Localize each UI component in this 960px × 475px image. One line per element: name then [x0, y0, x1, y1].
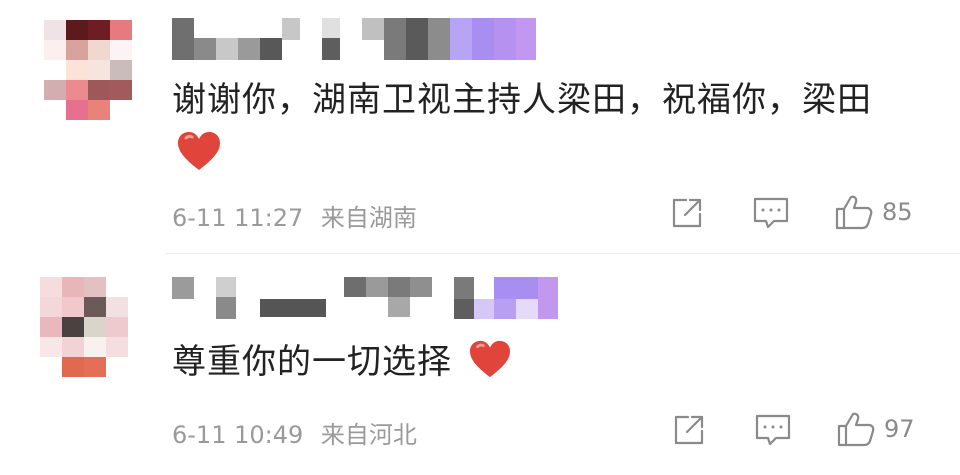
avatar[interactable] [44, 20, 132, 120]
comment-meta: 6-11 11:27 来自湖南 [172, 198, 417, 233]
divider [165, 253, 960, 254]
comment-item: 谢谢你，湖南卫视主持人梁田，祝福你，梁田 6-11 11:27 来自湖南 85 [0, 0, 960, 250]
comment-text: 尊重你的一切选择 [172, 337, 512, 393]
heart-emoji-icon [176, 130, 222, 176]
comment-item: 尊重你的一切选择 6-11 10:49 来自河北 97 [0, 255, 960, 475]
thumbs-up-icon [835, 195, 873, 230]
like-button[interactable]: 97 [836, 410, 915, 448]
location: 来自湖南 [320, 204, 417, 232]
comment-icon [753, 197, 789, 229]
comment-meta: 6-11 10:49 来自河北 [172, 415, 417, 450]
comment-text-content: 尊重你的一切选择 [172, 342, 452, 382]
share-button[interactable] [672, 413, 708, 447]
share-icon [672, 198, 702, 228]
thumbs-up-icon [837, 412, 875, 447]
timestamp: 6-11 10:49 [172, 421, 304, 449]
comment-icon [755, 414, 791, 446]
username-pixelated[interactable] [172, 277, 562, 319]
avatar[interactable] [40, 277, 128, 377]
timestamp: 6-11 11:27 [172, 204, 304, 232]
share-button[interactable] [670, 196, 706, 230]
reply-button[interactable] [754, 413, 792, 447]
like-button[interactable]: 85 [834, 193, 913, 231]
like-count: 85 [882, 198, 913, 226]
heart-emoji-icon [468, 339, 512, 393]
share-icon [674, 415, 704, 445]
like-count: 97 [884, 415, 915, 443]
location: 来自河北 [320, 421, 417, 449]
comment-text: 谢谢你，湖南卫视主持人梁田，祝福你，梁田 [172, 80, 872, 120]
reply-button[interactable] [752, 196, 790, 230]
username-pixelated[interactable] [172, 18, 542, 60]
